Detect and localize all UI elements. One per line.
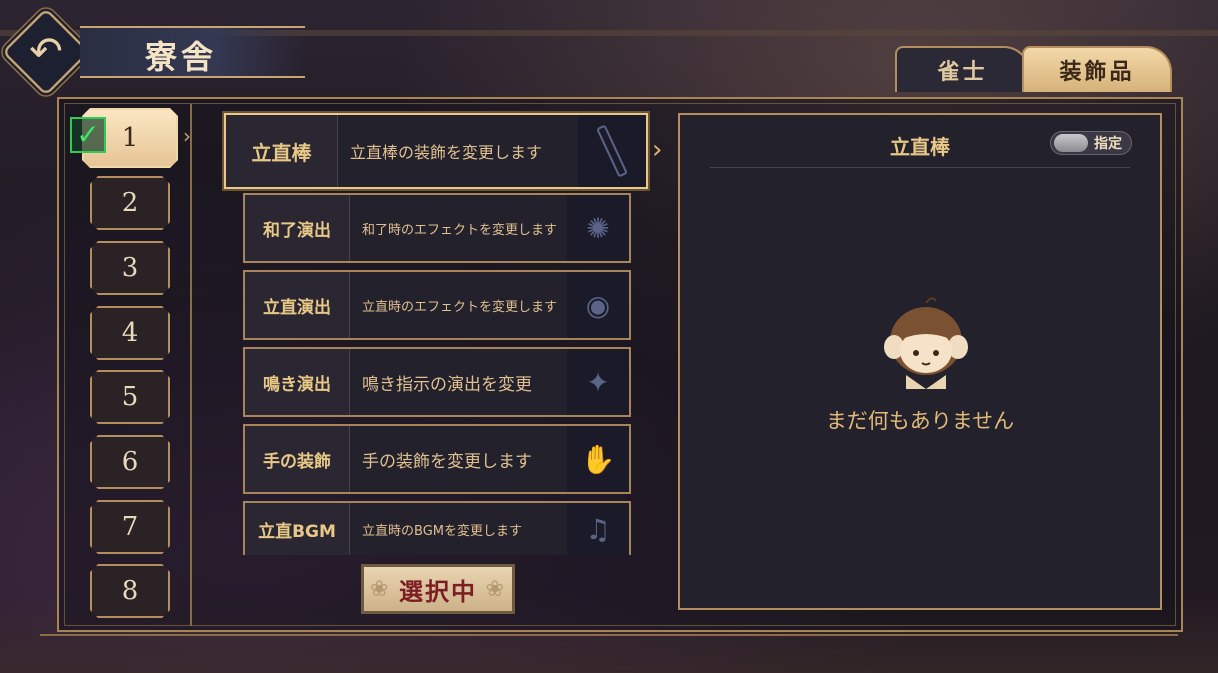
riichi-effect-icon: ◉ (567, 272, 629, 338)
list-item-name: 手の装飾 (245, 426, 350, 492)
hand-icon: ✋ (567, 426, 629, 492)
flower-icon: ❀ (485, 576, 506, 602)
toggle-label: 指定 (1094, 136, 1122, 152)
slot-5[interactable]: 5 (90, 370, 170, 424)
slot-4[interactable]: 4 (90, 306, 170, 360)
chevron-right-icon: › (652, 135, 663, 165)
list-item-desc: 立直棒の装飾を変更します (350, 143, 543, 162)
empty-state-text: まだ何もありません (825, 409, 1015, 433)
detail-panel: 立直棒 指定 まだ何もありません (678, 113, 1162, 610)
checkbox-checked-icon[interactable]: ✓ (70, 117, 106, 153)
list-item-desc: 手の装飾を変更します (362, 451, 532, 472)
slot-6[interactable]: 6 (90, 435, 170, 489)
divider (40, 634, 1178, 636)
page-title: 寮舎 (145, 38, 218, 76)
detail-divider (710, 167, 1130, 168)
list-item-desc: 和了時のエフェクトを変更します (362, 222, 558, 238)
list-item-hand-decoration[interactable]: 手の装飾 手の装飾を変更します ✋ (243, 424, 631, 494)
slot-8[interactable]: 8 (90, 564, 170, 618)
list-item-name: 立直BGM (245, 503, 350, 555)
list-item-desc: 鳴き指示の演出を変更 (362, 374, 532, 395)
riichi-stick-icon (578, 115, 646, 187)
list-item-name: 立直棒 (226, 115, 338, 187)
list-item-win-effect[interactable]: 和了演出 和了時のエフェクトを変更します ✺ (243, 193, 631, 263)
toggle-knob (1054, 134, 1088, 152)
tab-decorations[interactable]: 装飾品 (1022, 46, 1172, 92)
list-item-desc: 立直時のBGMを変更します (362, 523, 522, 539)
chevron-right-icon: › (183, 124, 191, 148)
selected-button[interactable]: ❀ 選択中 ❀ (361, 564, 515, 614)
selected-button-label: 選択中 (399, 577, 477, 606)
slot-7[interactable]: 7 (90, 500, 170, 554)
flower-icon: ❀ (370, 576, 391, 602)
list-item-riichi-effect[interactable]: 立直演出 立直時のエフェクトを変更します ◉ (243, 270, 631, 340)
list-item-name: 立直演出 (245, 272, 350, 338)
list-item-name: 鳴き演出 (245, 349, 350, 415)
list-item-riichi-bgm[interactable]: 立直BGM 立直時のBGMを変更します ♫ (243, 501, 631, 555)
slot-2[interactable]: 2 (90, 176, 170, 230)
back-arrow-icon[interactable]: ↶ (20, 30, 72, 74)
list-item-call-effect[interactable]: 鳴き演出 鳴き指示の演出を変更 ✦ (243, 347, 631, 417)
mascot-icon (880, 295, 972, 390)
list-item-desc: 立直時のエフェクトを変更します (362, 299, 558, 315)
list-item-name: 和了演出 (245, 195, 350, 261)
music-note-icon: ♫ (567, 503, 629, 555)
list-item-riichi-stick[interactable]: 立直棒 立直棒の装飾を変更します (224, 113, 648, 189)
call-effect-icon: ✦ (567, 349, 629, 415)
tab-janshi[interactable]: 雀士 (895, 46, 1030, 92)
assign-toggle[interactable]: 指定 (1050, 131, 1132, 155)
win-effect-icon: ✺ (567, 195, 629, 261)
slot-3[interactable]: 3 (90, 241, 170, 295)
